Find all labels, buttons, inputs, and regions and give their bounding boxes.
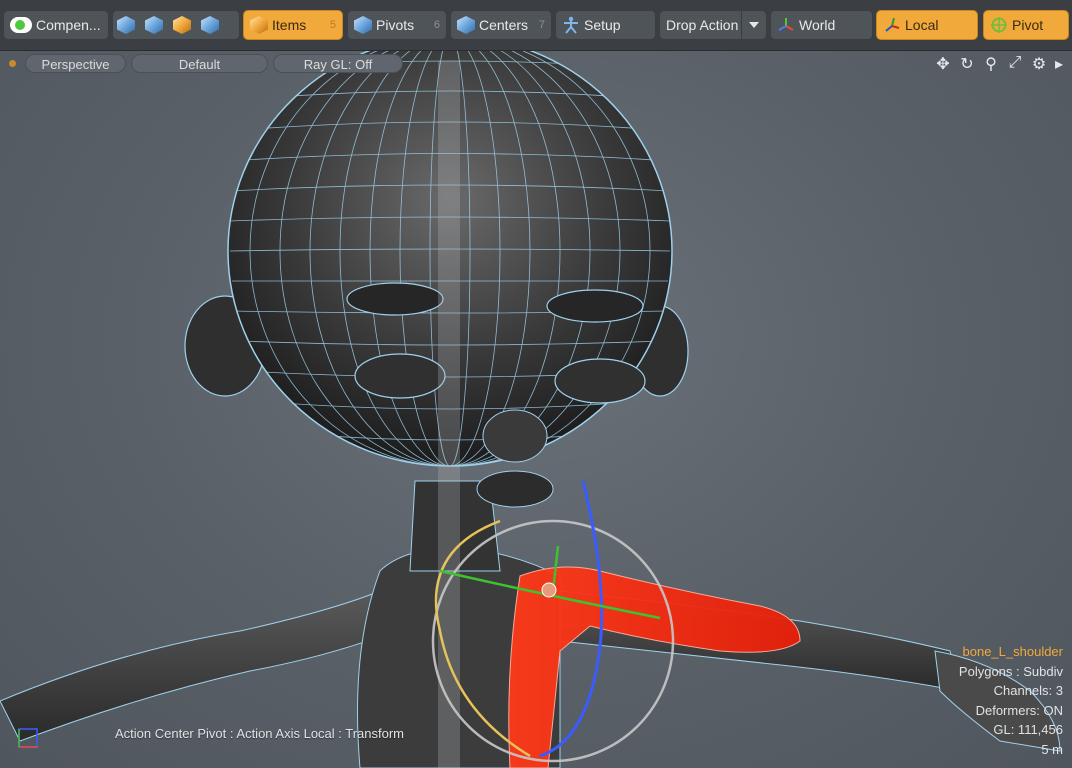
drop-action-chevron[interactable] [741,11,766,39]
more-arrow-icon[interactable]: ▸ [1054,54,1064,74]
centers-mode-button[interactable]: Centers 7 [450,10,552,40]
top-toolbar: Compen... Items 5 Pivots 6 Centers 7 Set… [0,0,1072,51]
chevron-down-icon [749,22,759,28]
3d-viewport[interactable]: Perspective Default Ray GL: Off ✥ ↻ ⚲ ⤢ … [0,51,1072,768]
deformers-info: Deformers: ON [975,702,1063,718]
setup-mode-button[interactable]: Setup [555,10,656,40]
setup-label: Setup [584,17,621,33]
drop-action-dropdown[interactable]: Drop Action [659,10,767,40]
viewport-nav-icons: ✥ ↻ ⚲ ⤢ ⚙ ▸ [934,54,1064,74]
action-status-text: Action Center Pivot : Action Axis Local … [115,726,405,741]
raygl-dropdown[interactable]: Ray GL: Off [273,54,403,73]
drop-action-label: Drop Action [666,17,739,33]
character-mesh-render [0,51,1061,768]
pivot-center-button[interactable]: Pivot [983,10,1069,40]
move-icon[interactable]: ✥ [934,54,952,74]
grid-scale-info: 5 m [1041,741,1063,757]
rotate-icon[interactable]: ↻ [958,54,976,74]
centers-shortcut: 7 [538,19,545,31]
local-axis-button[interactable]: Local [876,10,978,40]
pivot-label: Pivot [1012,17,1044,33]
pivots-mode-button[interactable]: Pivots 6 [347,10,447,40]
pivots-label: Pivots [376,17,415,33]
zoom-icon[interactable]: ⚲ [982,54,1000,74]
view-mode-dropdown[interactable]: Perspective [25,54,126,73]
items-shortcut: 5 [329,19,336,31]
gl-count-info: GL: 111,456 [993,722,1063,737]
world-axis-icon [778,18,794,31]
polygon-mode-icon[interactable] [173,16,191,34]
local-axis-icon [885,17,900,32]
local-label: Local [905,17,939,33]
items-cube-icon [250,16,268,34]
edge-mode-icon[interactable] [145,16,163,34]
pivots-shortcut: 6 [433,19,440,31]
pivot-target-icon [991,17,1007,33]
centers-icon [457,16,475,34]
world-label: World [799,17,836,33]
components-button[interactable]: Compen... [3,10,109,40]
selected-bone-name: bone_L_shoulder [962,644,1063,659]
centers-label: Centers [479,17,529,33]
world-axis-button[interactable]: World [770,10,873,40]
axis-orientation-icon [18,728,38,748]
items-mode-button[interactable]: Items 5 [243,10,343,40]
material-mode-icon[interactable] [201,16,219,34]
items-label: Items [272,17,307,33]
shading-dropdown[interactable]: Default [131,54,268,73]
maximize-icon[interactable]: ⤢ [1006,54,1024,74]
selection-mode-group [112,10,240,40]
visibility-eye-icon [10,17,32,33]
polygons-info: Polygons : Subdiv [958,663,1063,679]
channels-info: Channels: 3 [993,683,1063,698]
pivots-icon [354,16,372,34]
vertex-mode-icon[interactable] [117,16,135,34]
gear-icon[interactable]: ⚙ [1030,54,1048,74]
setup-figure-icon [564,16,578,34]
components-label: Compen... [36,17,101,33]
viewport-menu-dot[interactable] [9,60,16,67]
viewport-info-overlay: bone_L_shoulder Polygons : Subdiv Channe… [959,642,1063,759]
